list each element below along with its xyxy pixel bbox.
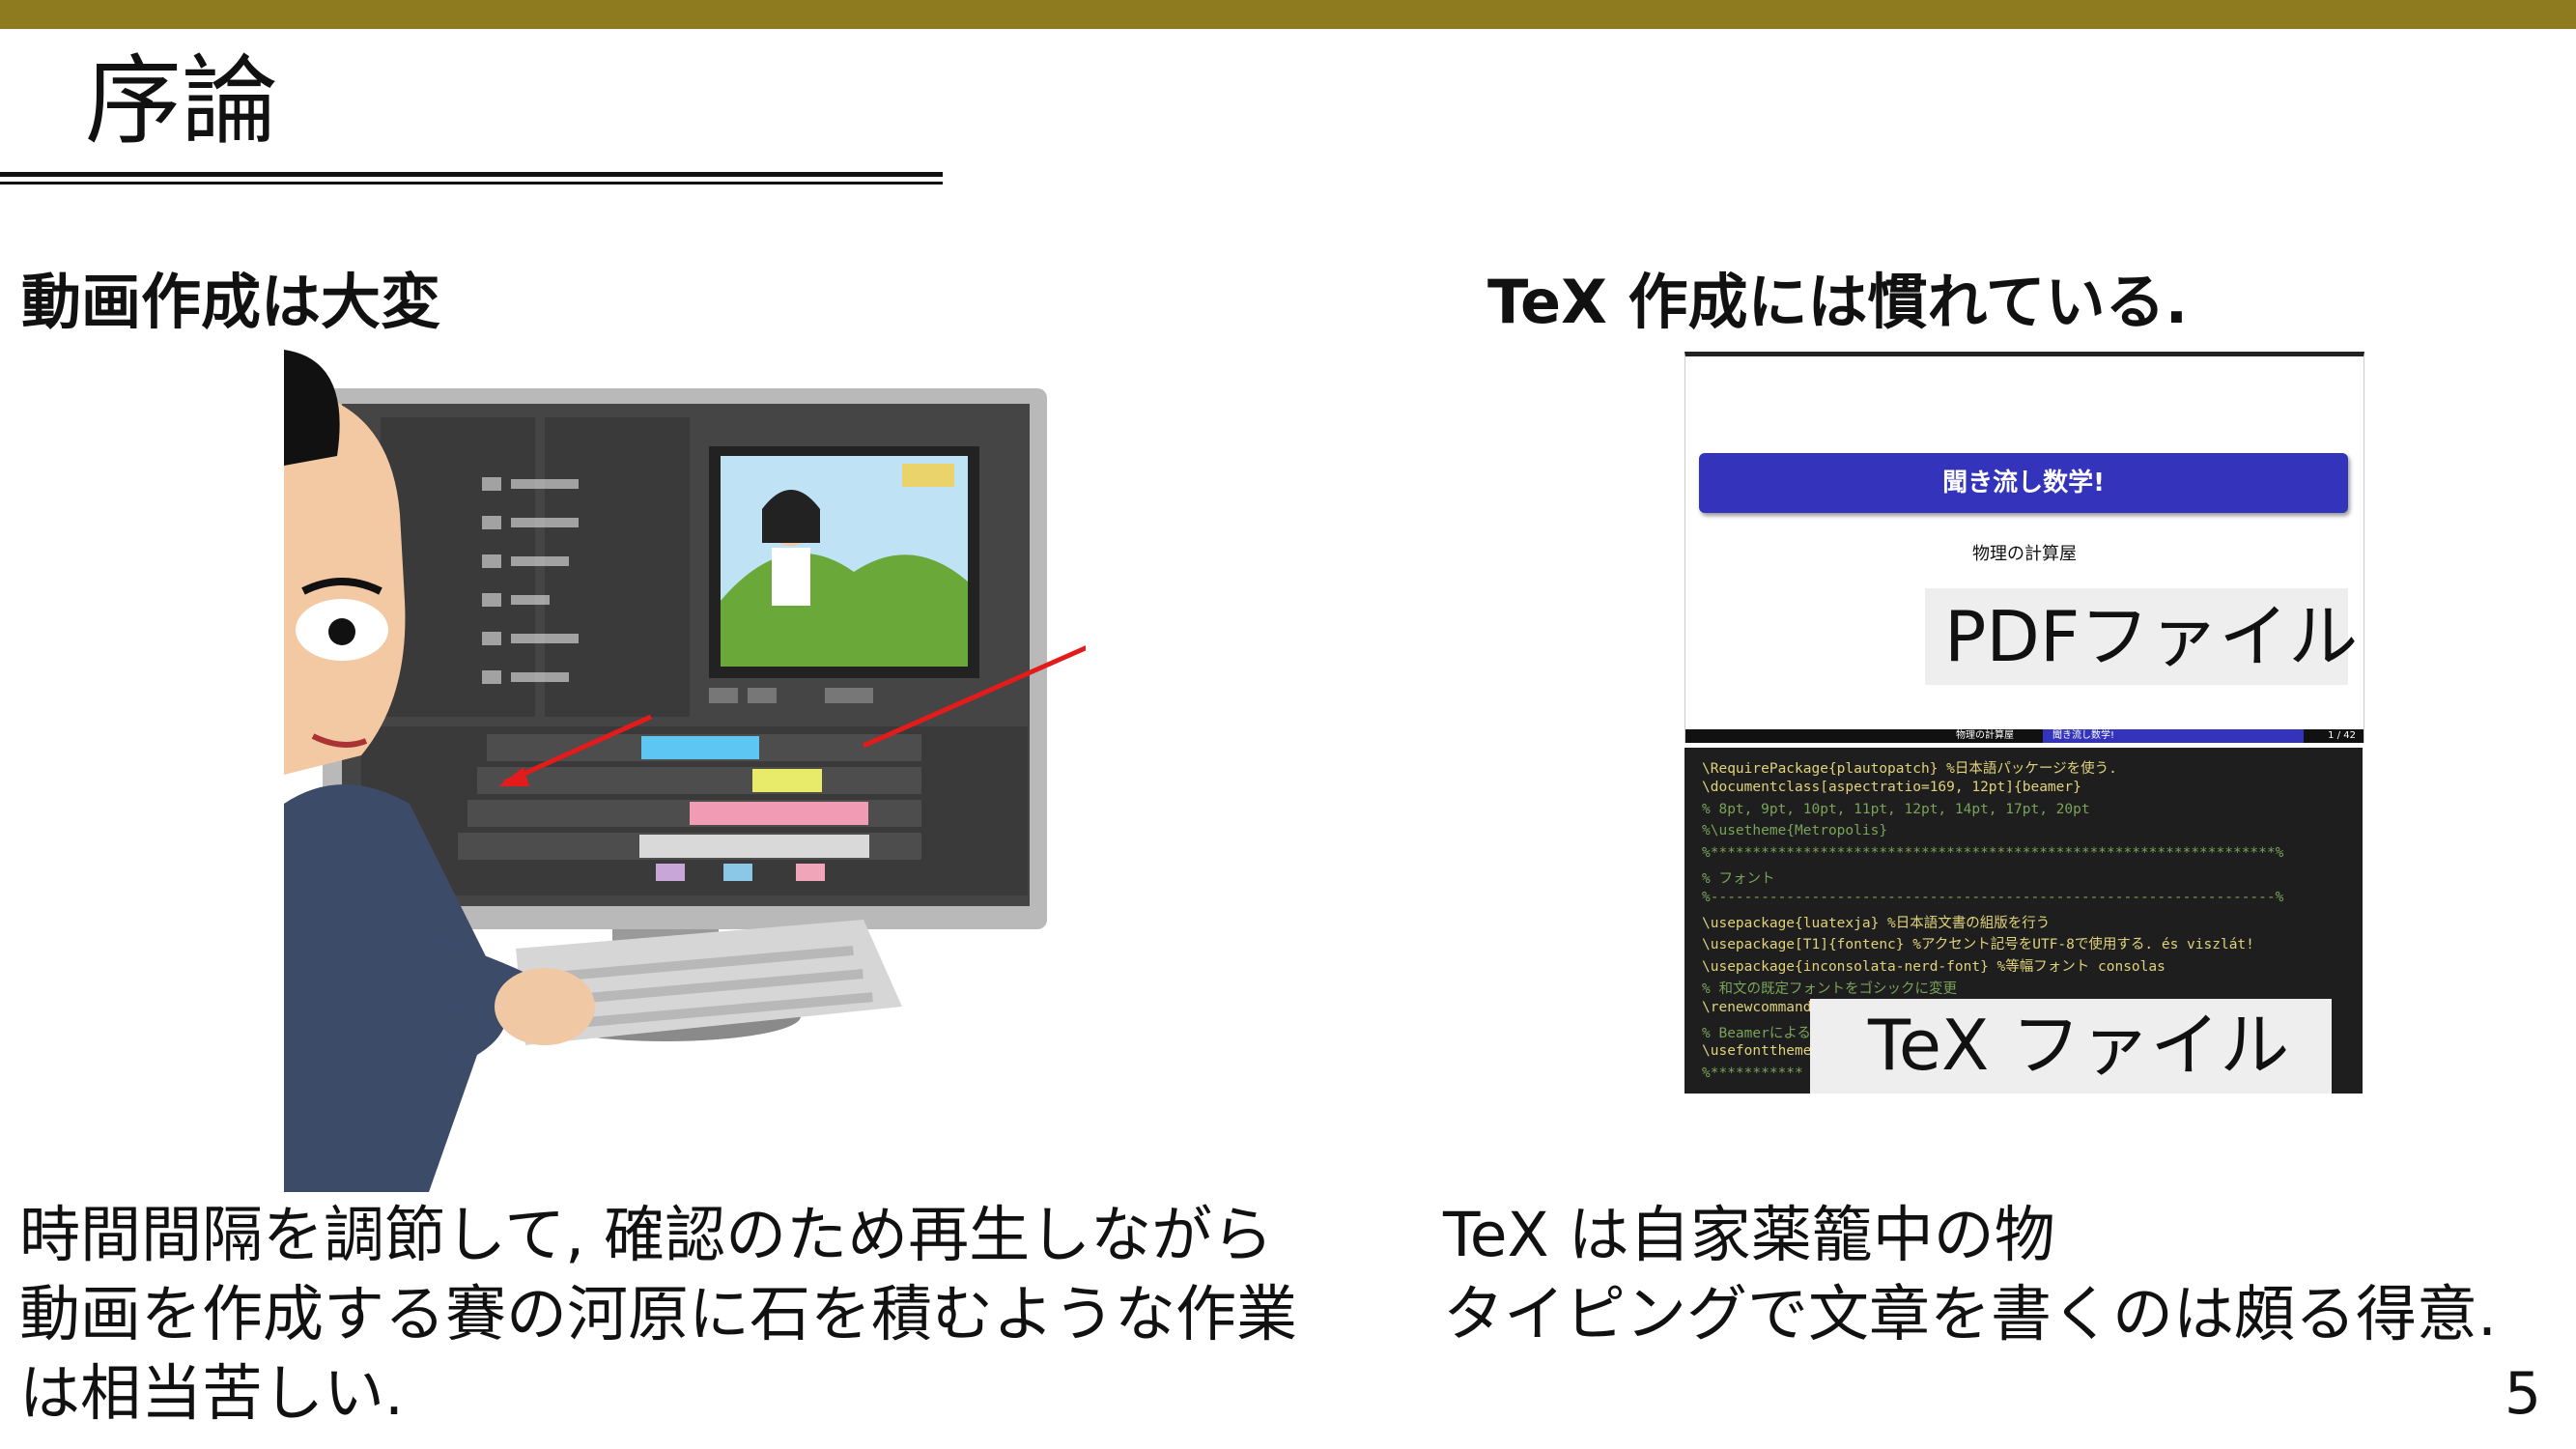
pdf-thumbnail-banner: 聞き流し数学! (1699, 453, 2348, 513)
code-line: %*********** (1702, 1065, 1803, 1082)
pdf-thumbnail: 聞き流し数学! 物理の計算屋 PDFファイル 物理の計算屋 聞き流し数学! 1 … (1684, 352, 2364, 743)
pdf-footer-page: 1 / 42 (2328, 730, 2356, 741)
title-rule-thick (0, 172, 943, 177)
pdf-footer-author: 物理の計算屋 (1956, 730, 2014, 741)
video-editing-illustration (284, 350, 1086, 1192)
timeline-clip-yellow (752, 769, 822, 792)
right-body-line: TeX は自家薬籠中の物 (1443, 1200, 2055, 1270)
code-line: % Beamerによる (1702, 1025, 1811, 1041)
right-heading: TeX 作成には慣れている. (1487, 267, 2189, 337)
code-line: \RequirePackage{plautopatch} %日本語パッケージを使… (1702, 761, 2117, 777)
left-body: 時間間隔を調節して, 確認のため再生しながら 動画を作成する賽の河原に石を積むよ… (19, 1196, 1430, 1434)
pdf-label: PDFファイル (1944, 596, 2359, 677)
code-line: %---------------------------------------… (1702, 889, 2284, 905)
pdf-label-box: PDFファイル (1925, 588, 2358, 685)
code-line: \usefonttheme (1702, 1043, 1812, 1060)
title-rule-thin (0, 182, 943, 185)
code-line: %***************************************… (1702, 845, 2284, 862)
code-line: % 和文の既定フォントをゴシックに変更 (1702, 981, 1957, 997)
left-body-line: は相当苦しい. (19, 1358, 405, 1429)
code-line: % フォント (1702, 871, 1775, 887)
left-body-line: 時間間隔を調節して, 確認のため再生しながら (19, 1200, 1274, 1270)
pdf-thumbnail-author: 物理の計算屋 (1972, 544, 2077, 564)
person-eye (328, 618, 355, 645)
tex-thumbnail: \RequirePackage{plautopatch} %日本語パッケージを使… (1684, 748, 2363, 1094)
timeline-clip-gray (639, 835, 869, 858)
code-line: \usepackage{inconsolata-nerd-font} %等幅フォ… (1702, 959, 2166, 976)
tex-label-box: TeX ファイル (1810, 999, 2332, 1094)
code-line: \renewcommand (1702, 999, 1812, 1015)
video-editing-illustration-svg (284, 350, 1086, 1192)
page-number: 5 (2504, 1360, 2541, 1428)
code-line: \usepackage[T1]{fontenc} %アクセント記号をUTF-8で… (1702, 937, 2254, 953)
slide-title: 序論 (85, 44, 278, 157)
person-hand (495, 968, 595, 1045)
right-body: TeX は自家薬籠中の物 タイピングで文章を書くのは頗る得意. (1443, 1196, 2563, 1354)
timeline-clip-blue (641, 736, 759, 759)
code-line: % 8pt, 9pt, 10pt, 11pt, 12pt, 14pt, 17pt… (1702, 801, 2090, 817)
right-body-line: タイピングで文章を書くのは頗る得意. (1443, 1279, 2498, 1350)
top-accent-bar (0, 0, 2576, 29)
pdf-footer-title: 聞き流し数学! (2043, 729, 2304, 743)
code-line: %\usetheme{Metropolis} (1702, 823, 1888, 839)
code-line: \documentclass[aspectratio=169, 12pt]{be… (1702, 779, 2081, 795)
left-body-line: 動画を作成する賽の河原に石を積むような作業 (19, 1279, 1297, 1350)
timeline-clip-pink (690, 802, 868, 825)
left-heading: 動画作成は大変 (21, 267, 441, 337)
pdf-thumbnail-footer: 物理の計算屋 聞き流し数学! 1 / 42 (1685, 729, 2364, 743)
person-hair (284, 350, 340, 466)
code-line: \usepackage{luatexja} %日本語文書の組版を行う (1702, 915, 2051, 931)
tex-label: TeX ファイル (1868, 1005, 2290, 1086)
